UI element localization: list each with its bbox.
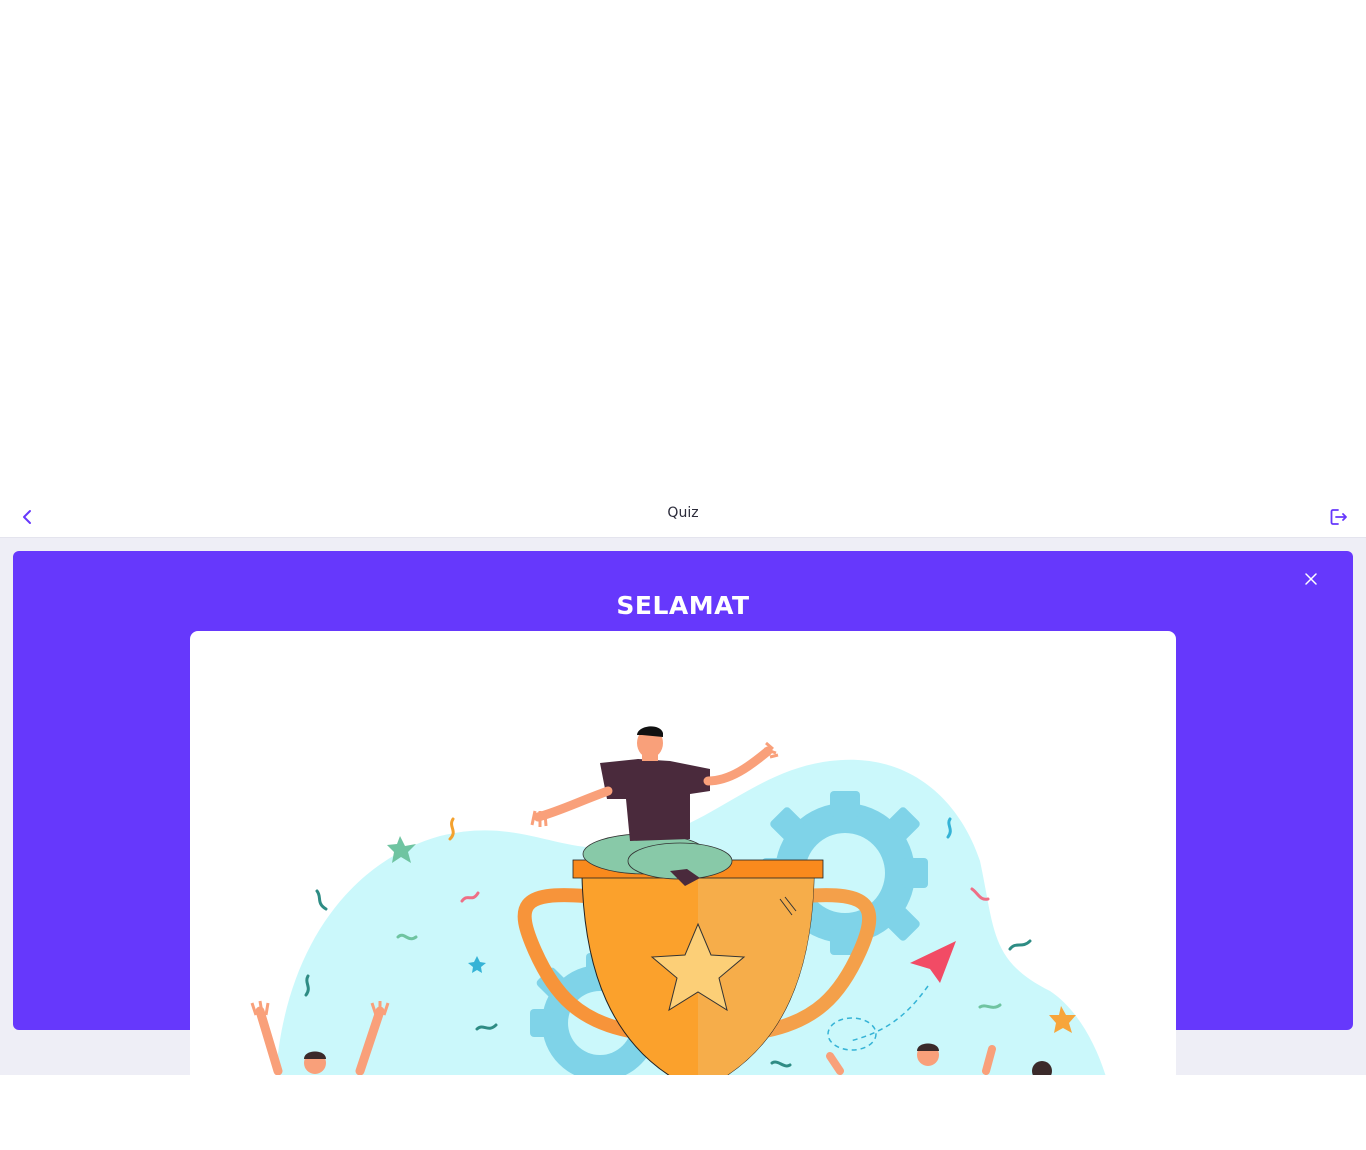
close-button[interactable] (1301, 569, 1321, 589)
top-bar: Quiz (0, 492, 1366, 538)
content-area: SELAMAT (0, 538, 1366, 1075)
illustration-card (190, 631, 1176, 1075)
close-icon (1305, 573, 1317, 585)
page-title: Quiz (667, 505, 699, 521)
logout-icon (1330, 509, 1347, 525)
modal-title: SELAMAT (616, 591, 750, 620)
exit-button[interactable] (1326, 504, 1352, 530)
trophy-celebration-illustration (250, 726, 1106, 1075)
